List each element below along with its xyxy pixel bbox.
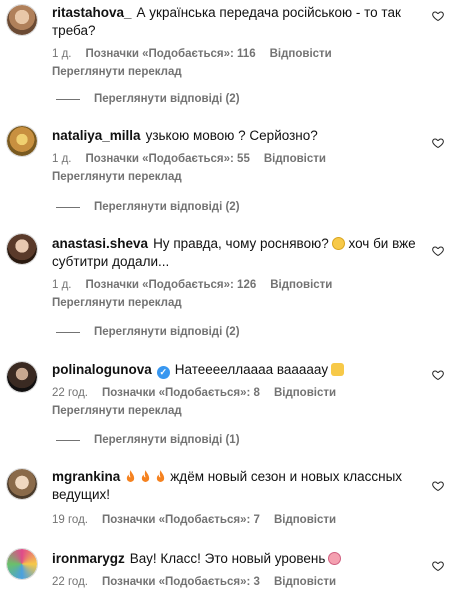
fire-emoji-icon — [142, 470, 150, 482]
comment-username[interactable]: anastasi.sheva — [52, 236, 148, 251]
comment-time[interactable]: 1 д. — [52, 48, 72, 60]
face-emoji-icon — [331, 363, 345, 376]
heart-icon[interactable] — [432, 137, 444, 149]
comment-username[interactable]: mgrankina — [52, 469, 120, 484]
view-replies-button[interactable]: Переглянути відповіді (1) — [56, 434, 240, 446]
reply-button[interactable]: Відповісти — [270, 48, 332, 60]
comment-likes[interactable]: Позначки «Подобається»: 7 — [102, 514, 260, 526]
comment-likes[interactable]: Позначки «Подобається»: 8 — [102, 387, 260, 399]
comment-username[interactable]: polinalogunova — [52, 362, 152, 377]
fire-emoji-icon — [157, 470, 165, 482]
comment-time[interactable]: 1 д. — [52, 279, 72, 291]
view-replies-label[interactable]: Переглянути відповіді (2) — [94, 93, 240, 105]
view-translation-link[interactable]: Переглянути переклад — [52, 66, 430, 78]
comment-text: Натееееллаааа ваааааy — [174, 362, 329, 377]
reply-button[interactable]: Відповісти — [274, 514, 336, 526]
view-replies-button[interactable]: Переглянути відповіді (2) — [56, 326, 240, 338]
comment-time[interactable]: 1 д. — [52, 153, 72, 165]
heart-icon[interactable] — [432, 480, 444, 492]
view-translation-link[interactable]: Переглянути переклад — [52, 405, 430, 417]
verified-icon: ✓ — [156, 366, 170, 379]
reply-button[interactable]: Відповісти — [274, 576, 336, 588]
comment-username[interactable]: ironmarygz — [52, 551, 125, 566]
comment-time[interactable]: 22 год. — [52, 576, 88, 588]
comment-text: Ну правда, чому роснявою? — [153, 236, 329, 251]
comment-likes[interactable]: Позначки «Подобається»: 3 — [102, 576, 260, 588]
face-emoji-icon — [331, 237, 345, 250]
comment-username[interactable]: nataliya_milla — [52, 128, 141, 143]
heart-icon[interactable] — [432, 560, 444, 572]
avatar[interactable] — [6, 548, 38, 580]
avatar[interactable] — [6, 361, 38, 393]
avatar[interactable] — [6, 233, 38, 265]
avatar[interactable] — [6, 468, 38, 500]
reply-button[interactable]: Відповісти — [270, 279, 332, 291]
fire-emoji-icon — [127, 470, 135, 482]
comment-username[interactable]: ritastahova_ — [52, 5, 132, 20]
avatar[interactable] — [6, 125, 38, 157]
comment-likes[interactable]: Позначки «Подобається»: 55 — [86, 153, 250, 165]
view-replies-label[interactable]: Переглянути відповіді (1) — [94, 434, 240, 446]
comment-likes[interactable]: Позначки «Подобається»: 126 — [86, 279, 257, 291]
avatar[interactable] — [6, 4, 38, 36]
view-replies-button[interactable]: Переглянути відповіді (2) — [56, 201, 240, 213]
heart-icon[interactable] — [432, 369, 444, 381]
heart-icon[interactable] — [432, 10, 444, 22]
comment-likes[interactable]: Позначки «Подобається»: 116 — [86, 48, 256, 60]
heart-icon[interactable] — [432, 245, 444, 257]
comment-text: узькою мовою ? Серйозно? — [145, 128, 318, 143]
view-translation-link[interactable]: Переглянути переклад — [52, 171, 430, 183]
comment-time[interactable]: 19 год. — [52, 514, 88, 526]
face-emoji-icon — [328, 552, 342, 565]
view-replies-label[interactable]: Переглянути відповіді (2) — [94, 201, 240, 213]
reply-button[interactable]: Відповісти — [274, 387, 336, 399]
comment-time[interactable]: 22 год. — [52, 387, 88, 399]
reply-button[interactable]: Відповісти — [264, 153, 326, 165]
view-replies-button[interactable]: Переглянути відповіді (2) — [56, 93, 240, 105]
view-translation-link[interactable]: Переглянути переклад — [52, 297, 430, 309]
view-replies-label[interactable]: Переглянути відповіді (2) — [94, 326, 240, 338]
comment-text: Вау! Класс! Это новый уровень — [129, 551, 326, 566]
